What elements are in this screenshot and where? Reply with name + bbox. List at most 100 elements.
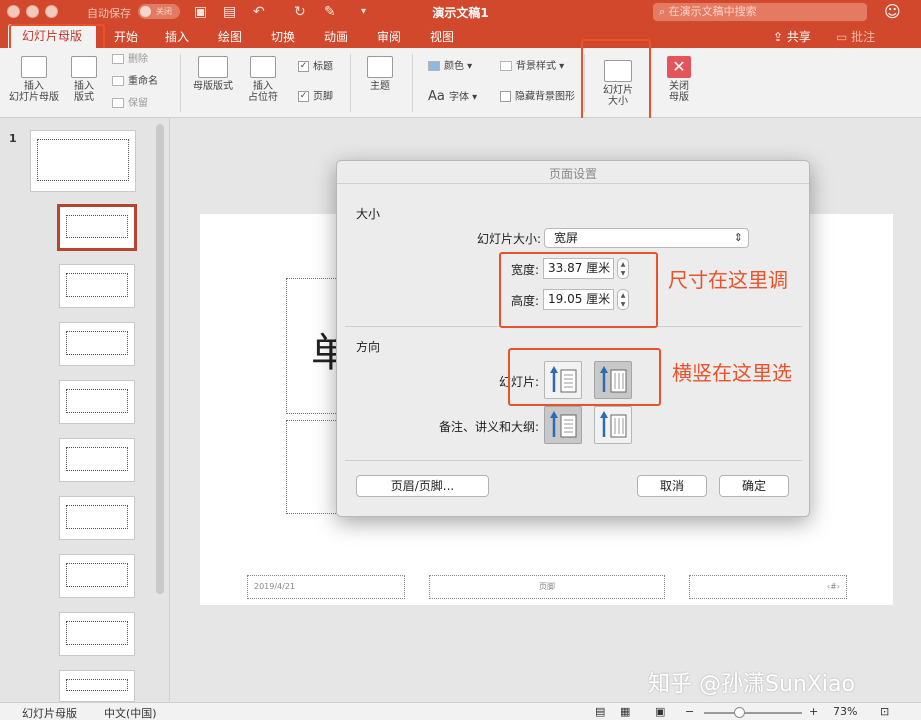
slides-portrait-button[interactable] <box>544 361 582 399</box>
layout-thumbnail[interactable] <box>59 264 135 308</box>
close-window-button[interactable] <box>7 5 20 18</box>
insert-slide-master-button[interactable]: 插入 幻灯片母版 <box>6 56 62 103</box>
colors-label: 颜色 <box>444 61 464 72</box>
layout-thumbnail[interactable] <box>59 670 135 702</box>
tab-home[interactable]: 开始 <box>114 28 138 45</box>
footer-checkbox[interactable]: ✓ 页脚 <box>298 91 333 104</box>
header-footer-button[interactable]: 页眉/页脚... <box>356 475 489 497</box>
hide-background-checkbox[interactable]: 隐藏背景图形 <box>500 91 575 104</box>
background-style-label: 背景样式 <box>516 61 556 72</box>
zoom-out-icon[interactable]: − <box>685 705 694 718</box>
preserve-button[interactable]: 保留 <box>112 98 148 110</box>
zoom-slider-track[interactable] <box>704 712 802 714</box>
theme-label: 主题 <box>370 81 390 92</box>
save-icon[interactable]: ▤ <box>223 3 236 21</box>
dialog-divider <box>345 326 802 327</box>
orientation-annotation: 横竖在这里选 <box>672 361 792 385</box>
colors-button[interactable]: 颜色 ▾ <box>428 61 472 73</box>
layout-thumbnail-selected[interactable] <box>57 204 137 251</box>
cancel-button[interactable]: 取消 <box>637 475 707 497</box>
tab-transitions[interactable]: 切换 <box>271 28 295 45</box>
share-icon: ⇪ <box>773 30 787 44</box>
comments-label: 批注 <box>851 30 876 44</box>
fit-slide-icon[interactable]: ⊡ <box>880 705 889 718</box>
height-field-label: 高度: <box>510 294 539 308</box>
layout-thumbnail[interactable] <box>59 380 135 424</box>
sorter-view-icon[interactable]: ▦ <box>620 705 630 718</box>
width-field[interactable]: 33.87 厘米 <box>543 258 614 279</box>
background-style-button[interactable]: 背景样式 ▾ <box>500 61 564 73</box>
minimize-window-button[interactable] <box>26 5 39 18</box>
title-checkbox[interactable]: ✓ 标题 <box>298 61 333 74</box>
search-input[interactable]: ⌕ 在演示文稿中搜索 <box>653 3 867 21</box>
layout-thumbnail[interactable] <box>59 496 135 540</box>
tab-slide-master[interactable]: 幻灯片母版 <box>8 24 96 48</box>
slide-size-button[interactable]: 幻灯片 大小 <box>592 60 644 107</box>
rename-icon <box>112 76 124 86</box>
autosave-toggle[interactable]: 关闭 <box>138 4 180 19</box>
notes-portrait-button[interactable] <box>544 406 582 444</box>
search-icon: ⌕ <box>659 5 669 18</box>
panel-scrollbar[interactable] <box>156 124 164 594</box>
title-check-label: 标题 <box>313 61 333 73</box>
comments-button[interactable]: ▭ 批注 <box>836 28 875 45</box>
zoom-level[interactable]: 73% <box>833 705 857 718</box>
slide-number-placeholder[interactable]: ‹#› <box>689 575 847 599</box>
notes-landscape-button[interactable] <box>594 406 632 444</box>
customize-chevron-icon[interactable]: ▾ <box>361 3 366 21</box>
tab-animations[interactable]: 动画 <box>324 28 348 45</box>
rename-button[interactable]: 重命名 <box>112 76 158 88</box>
tab-view[interactable]: 视图 <box>430 28 454 45</box>
layout-thumbnail[interactable] <box>59 612 135 656</box>
dialog-title-divider <box>337 183 809 184</box>
feedback-smiley-icon[interactable]: ☺ <box>884 2 901 21</box>
redo-icon[interactable]: ↻ <box>294 3 306 21</box>
layout-thumbnail[interactable] <box>59 322 135 366</box>
autosave-label: 自动保存 <box>87 7 131 20</box>
home-icon[interactable]: ▣ <box>194 3 207 21</box>
footer-placeholder[interactable]: 页脚 <box>429 575 665 599</box>
reading-view-icon[interactable]: ▣ <box>655 705 665 718</box>
insert-layout-button[interactable]: 插入 版式 <box>66 56 102 103</box>
close-master-label: 关闭 母版 <box>669 81 689 103</box>
ok-button[interactable]: 确定 <box>719 475 789 497</box>
ribbon-tabs: 幻灯片母版 开始 插入 绘图 切换 动画 审阅 视图 ⇪ 共享 ▭ 批注 <box>0 24 921 48</box>
zoom-window-button[interactable] <box>45 5 58 18</box>
width-stepper[interactable]: ▲ ▼ <box>617 258 629 279</box>
orientation-section-heading: 方向 <box>356 340 381 354</box>
zoom-in-icon[interactable]: + <box>809 705 818 718</box>
close-master-button[interactable]: ✕ 关闭 母版 <box>660 56 698 103</box>
slide-size-select[interactable]: 宽屏 ⇕ <box>544 228 749 248</box>
height-field[interactable]: 19.05 厘米 <box>543 289 614 310</box>
master-layout-button[interactable]: 母版版式 <box>188 56 238 92</box>
search-placeholder: 在演示文稿中搜索 <box>668 5 757 18</box>
zoom-slider-knob[interactable] <box>734 707 745 718</box>
landscape-orientation-icon <box>600 411 627 438</box>
background-style-icon <box>500 61 512 71</box>
insert-placeholder-label: 插入 占位符 <box>248 81 278 103</box>
date-placeholder[interactable]: 2019/4/21 <box>247 575 405 599</box>
height-stepper[interactable]: ▲ ▼ <box>617 289 629 310</box>
undo-icon[interactable]: ↶ <box>253 3 265 21</box>
tab-draw[interactable]: 绘图 <box>218 28 242 45</box>
title-check-icon: ✓ <box>298 61 309 72</box>
tab-review[interactable]: 审阅 <box>377 28 401 45</box>
master-thumbnail[interactable] <box>30 130 136 192</box>
master-layout-icon <box>198 56 228 78</box>
master-layout-label: 母版版式 <box>193 81 233 92</box>
slides-landscape-button[interactable] <box>594 361 632 399</box>
normal-view-icon[interactable]: ▤ <box>595 705 605 718</box>
delete-button[interactable]: 删除 <box>112 54 148 66</box>
tab-insert[interactable]: 插入 <box>165 28 189 45</box>
size-section-heading: 大小 <box>356 207 381 221</box>
share-button[interactable]: ⇪ 共享 <box>773 28 811 45</box>
insert-placeholder-button[interactable]: 插入 占位符 <box>242 56 284 103</box>
language-label[interactable]: 中文(中国) <box>104 705 157 720</box>
edit-icon[interactable]: ✎ <box>324 3 336 21</box>
layout-thumbnail[interactable] <box>59 438 135 482</box>
fonts-button[interactable]: Aa 字体 ▾ <box>428 90 477 104</box>
portrait-orientation-icon <box>550 411 577 438</box>
ribbon-divider <box>350 54 351 112</box>
layout-thumbnail[interactable] <box>59 554 135 598</box>
theme-button[interactable]: 主题 <box>360 56 400 92</box>
